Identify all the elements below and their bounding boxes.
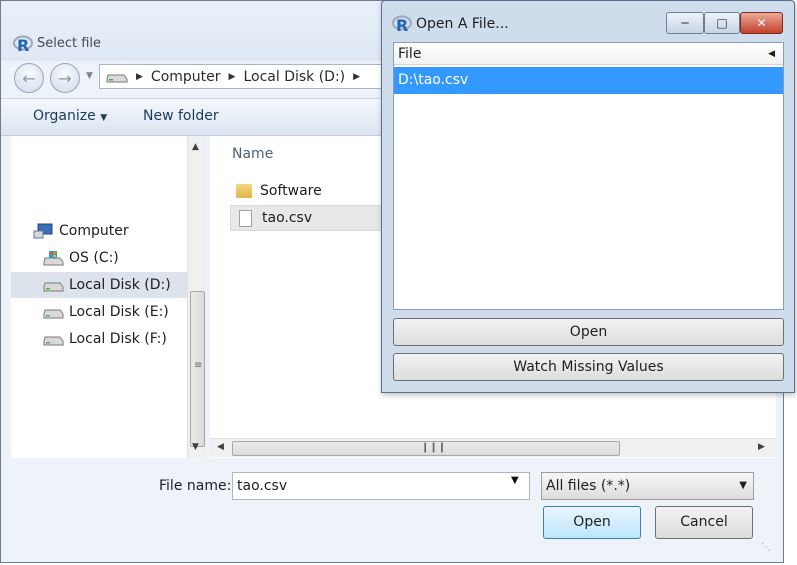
file-list-horizontal-scrollbar[interactable]: ◀ ❙❙❙ ▶ bbox=[210, 438, 776, 457]
drive-icon bbox=[43, 304, 65, 320]
tree-label: Local Disk (F:) bbox=[69, 331, 167, 347]
window-title-text: Select file bbox=[37, 36, 102, 51]
forward-button[interactable]: → bbox=[50, 63, 80, 93]
navigation-pane: Computer OS (C:) Local Disk (D:) Local D… bbox=[11, 136, 206, 458]
file-name: tao.csv bbox=[262, 210, 313, 226]
scroll-up-icon[interactable]: ▲ bbox=[192, 142, 199, 152]
column-header-file[interactable]: File ◀ bbox=[394, 43, 783, 65]
scrollbar-thumb[interactable]: ≡ bbox=[190, 291, 205, 447]
organize-button[interactable]: Organize ▼ bbox=[33, 108, 107, 124]
window-title: R Select file bbox=[13, 34, 101, 54]
file-type-value: All files (*.*) bbox=[546, 478, 631, 494]
close-button[interactable]: ✕ bbox=[740, 12, 783, 34]
computer-icon bbox=[33, 223, 55, 239]
drive-icon bbox=[43, 331, 65, 347]
file-name-input[interactable] bbox=[232, 472, 530, 500]
recent-locations-dropdown[interactable]: ▼ bbox=[86, 71, 98, 83]
minimize-button[interactable]: ─ bbox=[666, 12, 704, 34]
file-row-software[interactable]: Software bbox=[230, 178, 390, 204]
r-logo-icon: R bbox=[13, 34, 33, 54]
scroll-left-icon[interactable]: ◀ bbox=[217, 442, 224, 452]
file-name-dropdown[interactable]: ▼ bbox=[511, 475, 519, 486]
folder-icon bbox=[236, 184, 252, 198]
scrollbar-thumb[interactable]: ❙❙❙ bbox=[232, 441, 620, 456]
file-type-select[interactable]: All files (*.*) ▼ bbox=[541, 472, 754, 500]
maximize-button[interactable]: □ bbox=[704, 12, 740, 34]
tree-label: Local Disk (D:) bbox=[69, 277, 171, 293]
scroll-right-icon[interactable]: ▶ bbox=[758, 442, 765, 452]
back-button[interactable]: ← bbox=[14, 63, 44, 93]
breadcrumb-computer[interactable]: Computer bbox=[151, 69, 221, 85]
navigation-pane-scrollbar[interactable]: ▲ ≡ ▼ bbox=[187, 136, 206, 458]
grip-icon: ❙❙❙ bbox=[421, 442, 447, 453]
chevron-down-icon: ▼ bbox=[511, 475, 519, 486]
tree-item-local-disk-e[interactable]: Local Disk (E:) bbox=[11, 299, 189, 325]
open-a-file-dialog: R Open A File... ─ □ ✕ File ◀ D:\tao.csv… bbox=[381, 0, 795, 393]
window-title: R Open A File... bbox=[392, 13, 509, 35]
watch-missing-values-button[interactable]: Watch Missing Values bbox=[393, 353, 784, 381]
tree-item-os-c[interactable]: OS (C:) bbox=[11, 245, 189, 271]
breadcrumb-local-disk-d[interactable]: Local Disk (D:) bbox=[243, 69, 345, 85]
column-header-name[interactable]: Name bbox=[232, 146, 273, 162]
tree-label: Local Disk (E:) bbox=[69, 304, 169, 320]
chevron-down-icon: ▼ bbox=[86, 71, 93, 81]
column-header-label: File bbox=[398, 46, 422, 62]
svg-text:R: R bbox=[17, 36, 29, 54]
svg-text:R: R bbox=[396, 16, 408, 34]
window-title-text: Open A File... bbox=[416, 16, 509, 32]
new-folder-button[interactable]: New folder bbox=[143, 108, 219, 124]
back-arrow-icon: ← bbox=[22, 68, 36, 88]
document-icon bbox=[239, 209, 252, 227]
resize-grip-icon[interactable]: ⋱ bbox=[761, 542, 771, 553]
open-button[interactable]: Open bbox=[393, 318, 784, 346]
os-drive-icon bbox=[43, 250, 65, 266]
chevron-down-icon: ▼ bbox=[739, 480, 747, 491]
drive-icon bbox=[43, 277, 65, 293]
open-button[interactable]: Open bbox=[543, 506, 641, 539]
file-name: Software bbox=[260, 183, 322, 199]
tree-item-local-disk-f[interactable]: Local Disk (F:) bbox=[11, 326, 189, 352]
chevron-down-icon: ▼ bbox=[100, 113, 108, 123]
chevron-right-icon[interactable]: ▶ bbox=[229, 72, 236, 82]
file-row-tao-csv[interactable]: tao.csv bbox=[230, 205, 390, 231]
scroll-down-icon[interactable]: ▼ bbox=[192, 442, 199, 452]
cancel-button[interactable]: Cancel bbox=[655, 506, 753, 539]
chevron-right-icon[interactable]: ▶ bbox=[353, 72, 360, 82]
grip-icon: ≡ bbox=[194, 360, 203, 371]
tree-label: Computer bbox=[59, 223, 129, 239]
tree-item-local-disk-d[interactable]: Local Disk (D:) bbox=[11, 272, 189, 298]
address-bar[interactable]: ▶ Computer ▶ Local Disk (D:) ▶ bbox=[99, 64, 389, 89]
list-item[interactable]: D:\tao.csv bbox=[394, 67, 783, 94]
file-listbox[interactable]: File ◀ D:\tao.csv bbox=[393, 42, 784, 310]
tree-label: OS (C:) bbox=[69, 250, 119, 266]
r-logo-icon: R bbox=[392, 14, 412, 34]
drive-icon bbox=[106, 71, 128, 83]
sort-arrow-icon: ◀ bbox=[768, 49, 775, 59]
organize-label: Organize bbox=[33, 108, 96, 124]
forward-arrow-icon: → bbox=[58, 68, 72, 88]
close-icon: ✕ bbox=[756, 16, 767, 30]
file-name-label: File name: bbox=[159, 478, 232, 494]
maximize-icon: □ bbox=[716, 16, 728, 30]
tree-item-computer[interactable]: Computer bbox=[33, 218, 183, 244]
minimize-icon: ─ bbox=[681, 16, 689, 30]
chevron-right-icon: ▶ bbox=[136, 71, 143, 82]
